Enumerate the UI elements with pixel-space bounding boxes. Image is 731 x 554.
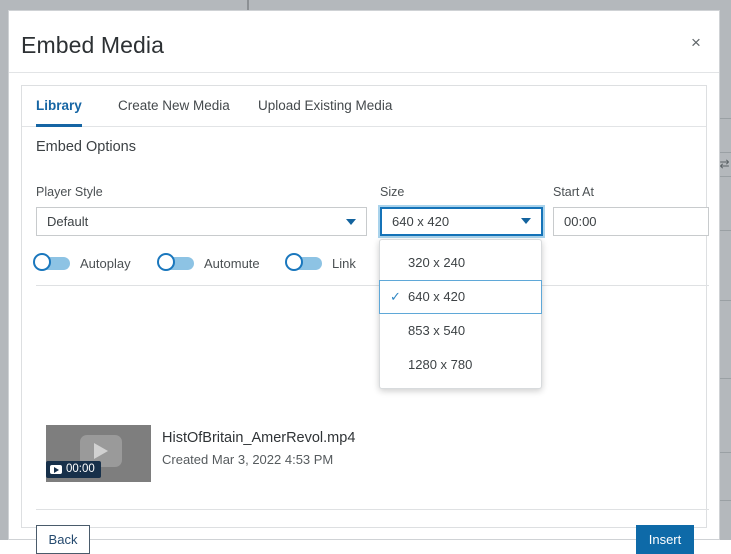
media-file-name: HistOfBritain_AmerRevol.mp4 [162, 430, 356, 446]
toggle-track [157, 253, 194, 271]
dialog-content-card: Library Create New Media Upload Existing… [21, 85, 709, 554]
video-play-badge-triangle [54, 466, 59, 473]
size-option-853x540[interactable]: 853 x 540 [380, 314, 541, 348]
toggle-track [33, 253, 70, 271]
toggle-knob [285, 253, 303, 271]
footer-divider [36, 509, 709, 510]
size-select[interactable]: 640 x 420 [380, 207, 543, 236]
check-icon: ✓ [390, 289, 401, 304]
duration-badge: 00:00 [46, 461, 101, 478]
player-style-label: Player Style [36, 185, 103, 199]
tab-upload-existing-media[interactable]: Upload Existing Media [258, 86, 392, 126]
start-at-input[interactable] [553, 207, 709, 236]
size-option-1280x780[interactable]: 1280 x 780 [380, 348, 541, 382]
tab-upload-existing-media-label: Upload Existing Media [258, 98, 393, 113]
link-toggle-label: Link [332, 256, 356, 271]
dialog-title: Embed Media [21, 32, 165, 58]
size-option-640x420[interactable]: ✓ 640 x 420 [379, 280, 542, 314]
background-sort-icon: ⇄ [719, 157, 730, 171]
duration-text: 00:00 [66, 463, 95, 475]
player-style-value: Default [47, 214, 89, 229]
size-option-label: 640 x 420 [408, 289, 466, 304]
size-option-320x240[interactable]: 320 x 240 [380, 246, 541, 280]
player-style-select[interactable]: Default [36, 207, 367, 236]
size-option-label: 853 x 540 [408, 323, 466, 338]
tab-library[interactable]: Library [36, 86, 82, 127]
start-at-label: Start At [553, 185, 594, 199]
section-title-embed-options: Embed Options [36, 139, 136, 155]
dialog-header: Embed Media × [9, 11, 719, 73]
size-value: 640 x 420 [392, 214, 450, 229]
tab-bar: Library Create New Media Upload Existing… [22, 86, 706, 127]
automute-toggle-label: Automute [204, 256, 260, 271]
size-label: Size [380, 185, 405, 199]
media-thumbnail[interactable]: 00:00 [46, 425, 151, 482]
size-dropdown-menu[interactable]: 320 x 240 ✓ 640 x 420 853 x 540 1280 x 7… [379, 239, 542, 389]
embed-media-dialog: Embed Media × Library Create New Media U… [8, 10, 720, 554]
autoplay-toggle-label: Autoplay [80, 256, 131, 271]
play-icon [94, 443, 108, 459]
chevron-down-icon [521, 218, 531, 224]
tab-active-underline [36, 124, 82, 127]
chevron-down-icon [346, 219, 356, 225]
tab-library-label: Library [36, 98, 82, 113]
toggle-knob [33, 253, 51, 271]
media-created-date: Created Mar 3, 2022 4:53 PM [162, 452, 334, 467]
tab-create-new-media-label: Create New Media [118, 98, 230, 113]
toggle-knob [157, 253, 175, 271]
toggle-track [285, 253, 322, 271]
size-option-label: 1280 x 780 [408, 357, 473, 372]
size-option-label: 320 x 240 [408, 255, 466, 270]
options-divider [36, 285, 709, 286]
page-root: ⇄ Embed Media × Library Create New Media… [0, 0, 731, 554]
close-icon[interactable]: × [683, 30, 709, 56]
tab-create-new-media[interactable]: Create New Media [118, 86, 230, 126]
